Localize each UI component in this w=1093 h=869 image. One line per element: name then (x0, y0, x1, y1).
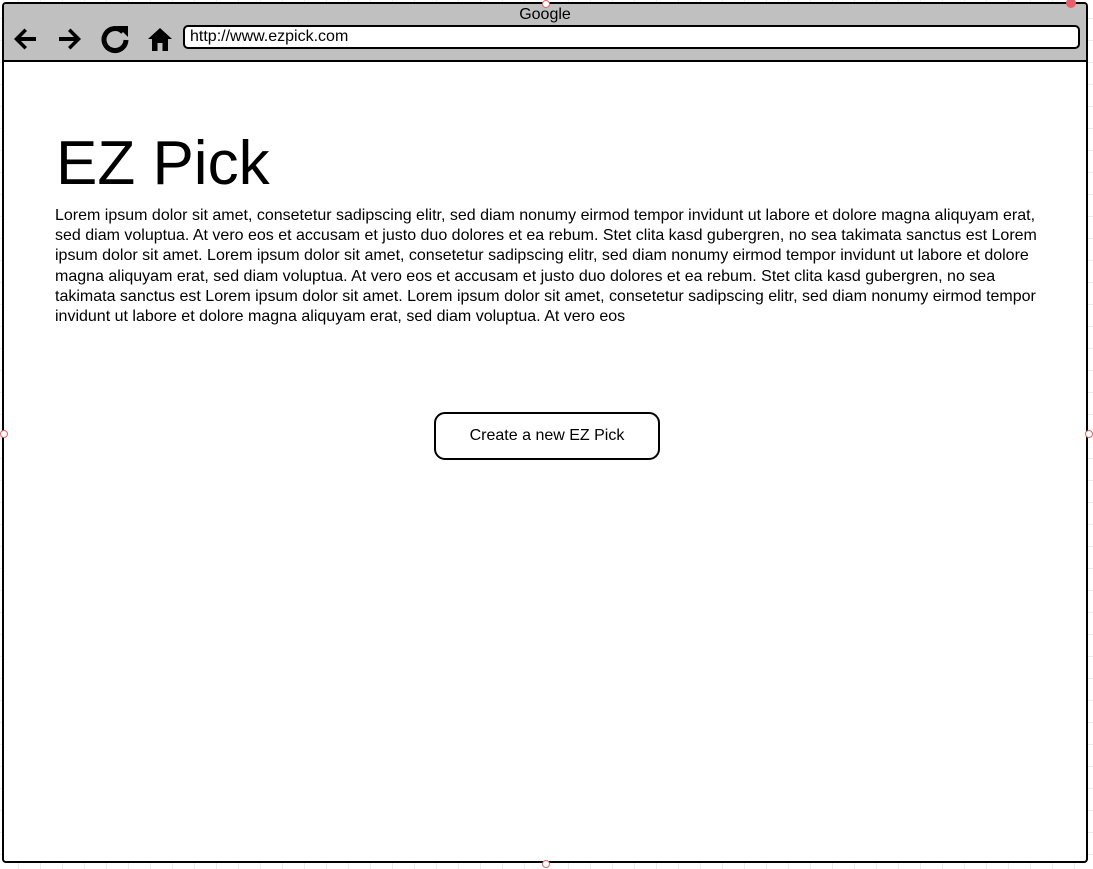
selection-handle-bottom[interactable] (542, 860, 550, 868)
browser-toolbar: Google http://www.ezpick.com (4, 4, 1086, 62)
forward-button[interactable] (53, 22, 87, 56)
page-title: EZ Pick (56, 129, 270, 198)
home-icon (148, 28, 172, 51)
create-ez-pick-button[interactable]: Create a new EZ Pick (434, 412, 660, 460)
forward-arrow-icon (59, 28, 81, 50)
home-button[interactable] (143, 22, 177, 56)
browser-window: Google http://www.ezpick.com EZ Pick Lor… (2, 2, 1088, 863)
back-button[interactable] (8, 22, 42, 56)
intro-paragraph: Lorem ipsum dolor sit amet, consetetur s… (55, 207, 1037, 326)
selection-handle-top[interactable] (542, 0, 550, 8)
back-arrow-icon (14, 28, 36, 50)
reload-button[interactable] (98, 22, 132, 56)
selection-handle-right[interactable] (1085, 430, 1093, 438)
reload-icon (101, 26, 129, 54)
url-input[interactable]: http://www.ezpick.com (183, 25, 1080, 49)
selection-handle-left[interactable] (0, 430, 8, 438)
